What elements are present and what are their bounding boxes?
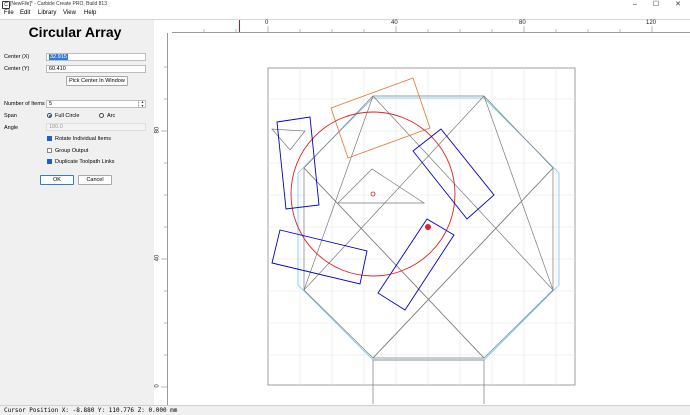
horizontal-ruler: 0 40 80 120 bbox=[172, 20, 690, 33]
group-output-checkbox[interactable] bbox=[47, 148, 52, 153]
x-tick-label: 40 bbox=[391, 20, 398, 26]
close-button[interactable]: ✕ bbox=[668, 0, 688, 9]
design-canvas[interactable] bbox=[168, 33, 690, 405]
arc-radio[interactable] bbox=[99, 113, 104, 118]
menu-edit[interactable]: Edit bbox=[20, 10, 30, 16]
cursor-position-readout: Cursor Position X: -8.880 Y: 110.776 Z: … bbox=[4, 407, 178, 414]
window-title: [NewFile]* - Carbide Create PRO, Build 8… bbox=[10, 1, 107, 7]
ruler-cursor-marker bbox=[239, 20, 240, 32]
center-x-field[interactable]: 32.915 bbox=[46, 53, 146, 61]
group-output-label: Group Output bbox=[55, 148, 89, 154]
rotate-items-label: Rotate Individual Items bbox=[55, 136, 111, 142]
circular-array-panel: Circular Array Center (X) 32.915 Center … bbox=[0, 20, 169, 405]
arc-label: Arc bbox=[107, 113, 116, 119]
duplicate-links-checkbox[interactable] bbox=[47, 159, 52, 164]
menu-library[interactable]: Library bbox=[38, 10, 56, 16]
angle-field[interactable]: 180.0 bbox=[46, 123, 146, 131]
center-y-label: Center (Y) bbox=[4, 66, 30, 72]
num-items-stepper[interactable]: ▲ ▼ bbox=[138, 100, 146, 108]
num-items-label: Number of Items bbox=[4, 101, 45, 107]
y-tick-label: 0 bbox=[154, 384, 161, 388]
menu-file[interactable]: File bbox=[4, 10, 14, 16]
center-x-value: 32.915 bbox=[49, 54, 68, 60]
angle-label: Angle bbox=[4, 125, 19, 131]
pick-center-button[interactable]: Pick Center In Window bbox=[66, 76, 128, 86]
x-tick-label: 80 bbox=[519, 20, 526, 26]
menu-view[interactable]: View bbox=[63, 10, 76, 16]
rotate-items-checkbox[interactable] bbox=[47, 136, 52, 141]
vertical-ruler: 80 40 0 bbox=[154, 33, 168, 405]
minimize-button[interactable]: – bbox=[625, 0, 645, 9]
center-y-field[interactable]: 60.410 bbox=[46, 65, 146, 73]
center-x-label: Center (X) bbox=[4, 54, 30, 60]
menu-bar: File Edit Library View Help bbox=[0, 9, 690, 20]
vertical-ruler-ticks bbox=[161, 66, 167, 388]
full-circle-label: Full Circle bbox=[55, 113, 80, 119]
title-bar: C [NewFile]* - Carbide Create PRO, Build… bbox=[0, 0, 690, 9]
app-icon: C bbox=[2, 1, 10, 9]
span-label: Span bbox=[4, 113, 17, 119]
horizontal-ruler-ticks bbox=[203, 26, 653, 32]
cancel-button[interactable]: Cancel bbox=[78, 175, 112, 185]
ruler-corner bbox=[154, 20, 172, 33]
pivot-marker bbox=[425, 224, 431, 230]
ok-button[interactable]: OK bbox=[40, 175, 74, 185]
canvas-drawing bbox=[267, 67, 576, 404]
duplicate-links-label: Duplicate Toolpath Links bbox=[55, 159, 115, 165]
menu-help[interactable]: Help bbox=[84, 10, 96, 16]
x-tick-label: 120 bbox=[646, 20, 657, 26]
full-circle-radio[interactable] bbox=[47, 113, 52, 118]
y-tick-label: 40 bbox=[154, 254, 161, 262]
num-items-field[interactable]: 5 bbox=[46, 100, 146, 108]
panel-title: Circular Array bbox=[28, 24, 122, 40]
y-tick-label: 80 bbox=[154, 126, 161, 134]
maximize-button[interactable]: ☐ bbox=[646, 0, 666, 9]
x-tick-label: 0 bbox=[265, 20, 269, 26]
